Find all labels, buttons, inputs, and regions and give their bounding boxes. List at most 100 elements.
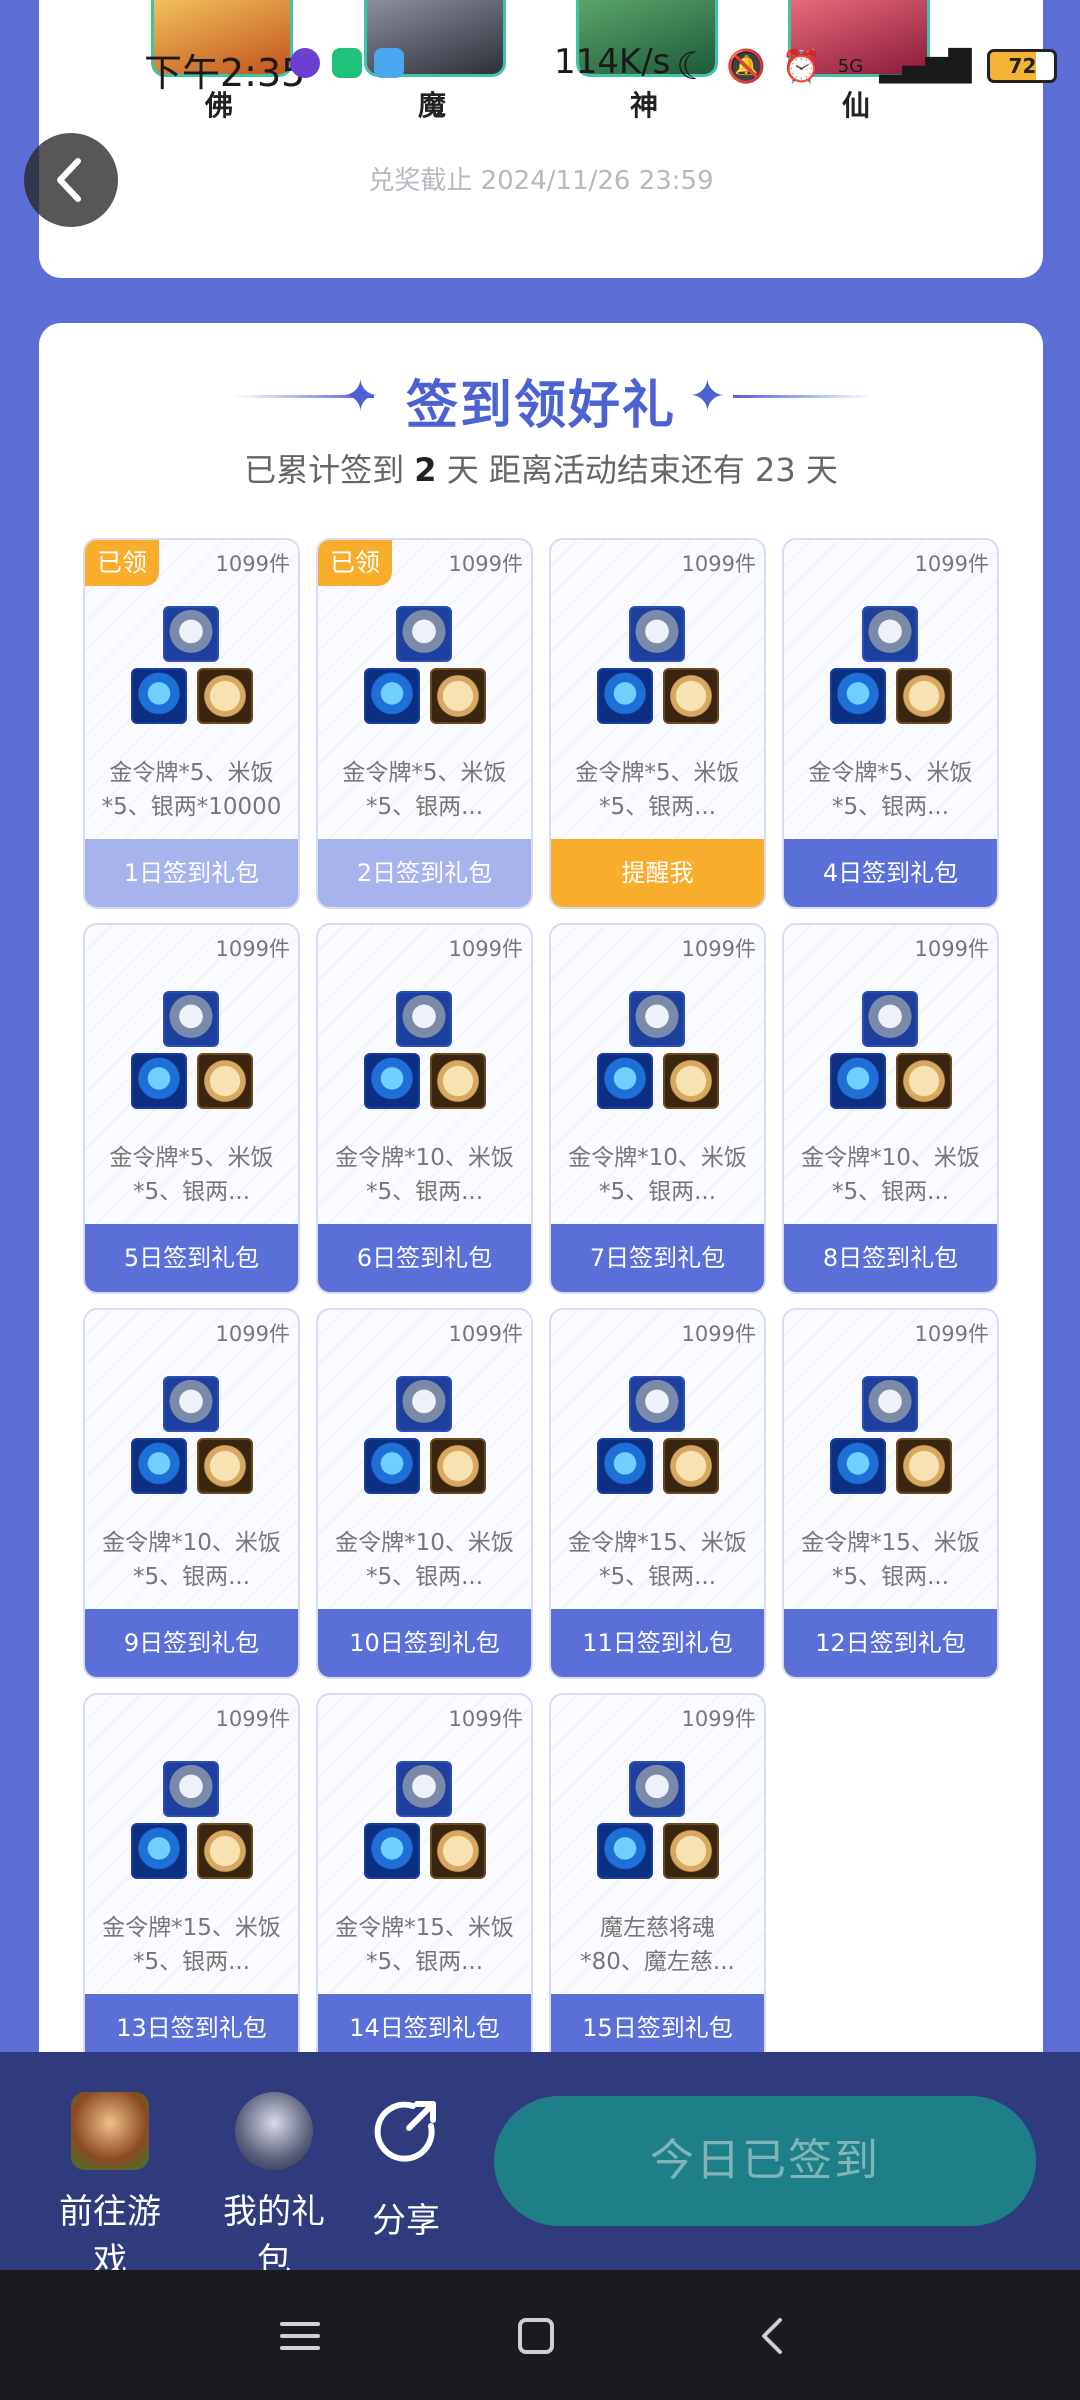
progress-suffix: 天 距离活动结束还有 23 天 xyxy=(446,451,838,489)
days-signed: 2 xyxy=(414,451,437,489)
rice-icon xyxy=(197,1823,253,1879)
gift-tile[interactable]: 1099件 金令牌*10、米饭 *5、银两... 9日签到礼包 xyxy=(83,1308,300,1679)
gift-tile[interactable]: 1099件金令牌*10、米饭 *5、银两... 6日签到礼包 xyxy=(316,923,533,1294)
gift-pack-button[interactable]: 7日签到礼包 xyxy=(551,1224,764,1292)
silver-bowl-icon xyxy=(629,1761,685,1817)
gift-pack-button[interactable]: 11日签到礼包 xyxy=(551,1609,764,1677)
goto-game-button[interactable]: 前往游戏 xyxy=(44,2092,176,2282)
gift-pack-button[interactable]: 5日签到礼包 xyxy=(85,1224,298,1292)
rice-icon xyxy=(197,1053,253,1109)
silver-bowl-icon xyxy=(629,606,685,662)
gift-description: 金令牌*15、米饭 *5、银两... xyxy=(568,1530,747,1590)
blue-orb-icon xyxy=(131,668,187,724)
stock-count: 1099件 xyxy=(448,937,523,961)
silver-bowl-icon xyxy=(396,1761,452,1817)
gift-description: 金令牌*15、米饭 *5、银两... xyxy=(335,1915,514,1975)
goto-game-label: 前往游戏 xyxy=(59,2192,161,2281)
network-speed: 114K/s xyxy=(554,42,671,82)
redeem-deadline: 兑奖截止 2024/11/26 23:59 xyxy=(368,166,714,196)
gift-description: 金令牌*15、米饭 *5、银两... xyxy=(801,1530,980,1590)
gift-pack-button[interactable]: 12日签到礼包 xyxy=(784,1609,997,1677)
signin-title-row: 签到领好礼 xyxy=(39,363,1043,438)
gift-tile[interactable]: 1099件 金令牌*15、米饭 *5、银两... 11日签到礼包 xyxy=(549,1308,766,1679)
gift-tile[interactable]: 1099件 已领 金令牌*5、米饭 *5、银两... 2日签到礼包 xyxy=(316,538,533,909)
blue-orb-icon xyxy=(597,1053,653,1109)
gift-tile[interactable]: 1099件金令牌*5、米饭 *5、银两... 4日签到礼包 xyxy=(782,538,999,909)
gift-pack-button[interactable]: 8日签到礼包 xyxy=(784,1224,997,1292)
gift-description: 金令牌*10、米饭 *5、银两... xyxy=(335,1530,514,1590)
gift-tile[interactable]: 1099件金令牌*10、米饭 *5、银两... 10日签到礼包 xyxy=(316,1308,533,1679)
gift-pack-button[interactable]: 10日签到礼包 xyxy=(318,1609,531,1677)
security-notification-icon xyxy=(332,48,362,78)
gift-description: 金令牌*15、米饭 *5、银两... xyxy=(102,1915,281,1975)
stock-count: 1099件 xyxy=(215,552,290,576)
gift-description: 金令牌*10、米饭 *5、银两... xyxy=(568,1145,747,1205)
gift-tile[interactable]: 1099件金令牌*10、米饭 *5、银两... 7日签到礼包 xyxy=(549,923,766,1294)
gift-tile[interactable]: 1099件金令牌*5、米饭 *5、银两... 提醒我 xyxy=(549,538,766,909)
gift-tile[interactable]: 1099件金令牌*5、米饭 *5、银两... 5日签到礼包 xyxy=(83,923,300,1294)
stock-count: 1099件 xyxy=(448,1707,523,1731)
chevron-left-icon xyxy=(57,158,81,202)
gift-tile[interactable]: 1099件 金令牌*15、米饭 *5、银两... 14日签到礼包 xyxy=(316,1693,533,2064)
gift-pack-button[interactable]: 9日签到礼包 xyxy=(85,1609,298,1677)
system-nav-bar xyxy=(0,2270,1080,2400)
signed-today-button[interactable]: 今日已签到 xyxy=(494,2096,1036,2226)
silver-bowl-icon xyxy=(629,991,685,1047)
rice-icon xyxy=(430,1053,486,1109)
gift-tile[interactable]: 1099件 金令牌*10、米饭 *5、银两... 8日签到礼包 xyxy=(782,923,999,1294)
game-avatar-icon xyxy=(71,2092,149,2170)
rice-icon xyxy=(896,1438,952,1494)
notification-icons xyxy=(290,48,404,78)
claimed-badge: 已领 xyxy=(318,540,392,586)
stock-count: 1099件 xyxy=(914,1322,989,1346)
stock-count: 1099件 xyxy=(448,1322,523,1346)
gift-description: 金令牌*5、米饭 *5、银两... xyxy=(575,760,740,820)
home-icon[interactable] xyxy=(506,2306,566,2366)
stock-count: 1099件 xyxy=(681,552,756,576)
silver-bowl-icon xyxy=(163,606,219,662)
gift-tile[interactable]: 1099件 已领 金令牌*5、米饭 *5、银两*10000 1日签到礼包 xyxy=(83,538,300,909)
share-label: 分享 xyxy=(372,2201,440,2241)
silver-bowl-icon xyxy=(163,1376,219,1432)
rice-icon xyxy=(430,1823,486,1879)
back-button[interactable] xyxy=(24,133,118,227)
signin-progress: 已累计签到 2 天 距离活动结束还有 23 天 xyxy=(39,445,1043,491)
my-gifts-button[interactable]: 我的礼包 xyxy=(208,2092,340,2282)
share-button[interactable]: 分享 xyxy=(366,2092,446,2242)
gift-tile[interactable]: 1099件 魔左慈将魂 *80、魔左慈... 15日签到礼包 xyxy=(549,1693,766,2064)
gift-pack-button[interactable]: 6日签到礼包 xyxy=(318,1224,531,1292)
stock-count: 1099件 xyxy=(914,937,989,961)
gift-pack-button[interactable]: 2日签到礼包 xyxy=(318,839,531,907)
gift-description: 金令牌*5、米饭 *5、银两... xyxy=(109,1145,274,1205)
gift-pack-button[interactable]: 4日签到礼包 xyxy=(784,839,997,907)
rice-icon xyxy=(663,1053,719,1109)
status-time: 下午2:35 xyxy=(144,51,306,95)
blue-orb-icon xyxy=(364,1053,420,1109)
silver-bowl-icon xyxy=(163,991,219,1047)
gift-description: 金令牌*10、米饭 *5、银两... xyxy=(335,1145,514,1205)
silver-bowl-icon xyxy=(862,606,918,662)
blue-orb-icon xyxy=(597,1438,653,1494)
signin-card: ✦ 签到领好礼 ✦ 已累计签到 2 天 距离活动结束还有 23 天 1099件已… xyxy=(39,323,1043,2123)
alarm-icon: ⏰ xyxy=(781,47,822,85)
rice-icon xyxy=(663,668,719,724)
bottom-action-bar: 前往游戏 我的礼包 分享 今日已签到 xyxy=(0,2052,1080,2281)
gift-tile[interactable]: 1099件 金令牌*15、米饭 *5、银两... 13日签到礼包 xyxy=(83,1693,300,2064)
blue-orb-icon xyxy=(364,668,420,724)
blue-orb-icon xyxy=(597,1823,653,1879)
blue-orb-icon xyxy=(830,1438,886,1494)
gift-pack-button[interactable]: 1日签到礼包 xyxy=(85,839,298,907)
gift-tile[interactable]: 1099件金令牌*15、米饭 *5、银两... 12日签到礼包 xyxy=(782,1308,999,1679)
chat-notification-icon xyxy=(374,48,404,78)
stock-count: 1099件 xyxy=(215,937,290,961)
blue-orb-icon xyxy=(131,1823,187,1879)
rice-icon xyxy=(896,1053,952,1109)
stock-count: 1099件 xyxy=(914,552,989,576)
back-nav-icon[interactable] xyxy=(742,2306,802,2366)
stock-count: 1099件 xyxy=(681,937,756,961)
gift-description: 金令牌*5、米饭 *5、银两... xyxy=(808,760,973,820)
menu-icon[interactable] xyxy=(270,2306,330,2366)
app-notification-icon xyxy=(290,48,320,78)
remind-me-button[interactable]: 提醒我 xyxy=(551,839,764,907)
blue-orb-icon xyxy=(830,668,886,724)
